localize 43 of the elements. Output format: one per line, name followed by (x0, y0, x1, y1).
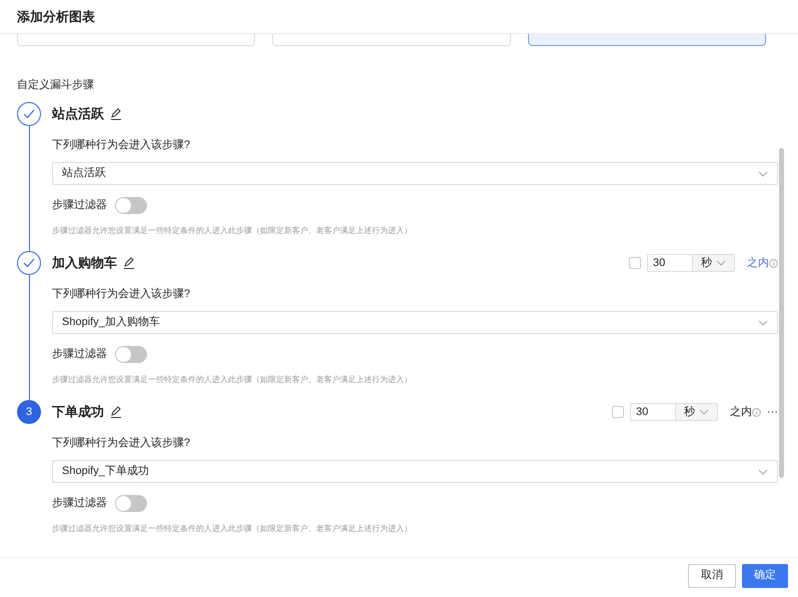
step-number: 3 (17, 400, 41, 424)
more-menu[interactable]: ··· (767, 404, 778, 420)
unit-select[interactable]: 秒 (693, 254, 735, 272)
number-field[interactable]: 30 (630, 403, 676, 421)
confirm-button[interactable]: 确定 (742, 564, 788, 588)
pencil-icon[interactable] (110, 108, 122, 120)
within-label[interactable]: 之内 (747, 254, 769, 272)
toggle-switch[interactable] (115, 197, 147, 214)
filter-label: 步骤过滤器 (52, 496, 107, 512)
checkbox[interactable] (612, 406, 624, 418)
chevron-down-icon (758, 170, 768, 176)
toggle-switch[interactable] (115, 495, 147, 512)
event-select[interactable]: Shopify_加入购物车 (52, 311, 778, 334)
chevron-down-icon (716, 260, 726, 266)
checkbox[interactable] (629, 257, 641, 269)
number-field[interactable]: 30 (647, 254, 693, 272)
filter-label: 步骤过滤器 (52, 347, 107, 362)
filter-label: 步骤过滤器 (52, 198, 107, 214)
unit-select[interactable]: 秒 (676, 403, 718, 421)
option-card[interactable] (528, 34, 766, 46)
step-title: 站点活跃 (52, 105, 104, 124)
cancel-button[interactable]: 取消 (688, 564, 736, 588)
within-label: 之内 (730, 404, 752, 420)
chevron-down-icon (758, 468, 768, 474)
event-select[interactable]: 站点活跃 (52, 162, 778, 185)
dialog-title: 添加分析图表 (17, 8, 95, 26)
filter-hint: 步骤过滤器允许您设置满足一些特定条件的人进入此步骤（如限定新客户、老客户满足上述行为进入） (52, 226, 412, 235)
filter-hint: 步骤过滤器允许您设置满足一些特定条件的人进入此步骤（如限定新客户、老客户满足上述行为进入） (52, 375, 412, 384)
question-label: 下列哪种行为会进入该步骤? (52, 437, 190, 449)
pencil-icon[interactable] (110, 406, 122, 418)
question-label: 下列哪种行为会进入该步骤? (52, 288, 190, 300)
step-title: 下单成功 (52, 403, 104, 422)
info-icon (769, 258, 778, 268)
event-select[interactable]: Shopify_下单成功 (52, 460, 778, 483)
chevron-down-icon (699, 409, 709, 415)
pencil-icon[interactable] (123, 257, 135, 269)
step-title: 加入购物车 (52, 254, 117, 272)
chevron-down-icon (758, 320, 768, 326)
section-label: 自定义漏斗步骤 (17, 79, 94, 91)
toggle-switch[interactable] (115, 346, 147, 363)
filter-hint: 步骤过滤器允许您设置满足一些特定条件的人进入此步骤（如限定新客户、老客户满足上述行为进入） (52, 524, 412, 533)
question-label: 下列哪种行为会进入该步骤? (52, 139, 190, 151)
info-icon (752, 408, 761, 416)
